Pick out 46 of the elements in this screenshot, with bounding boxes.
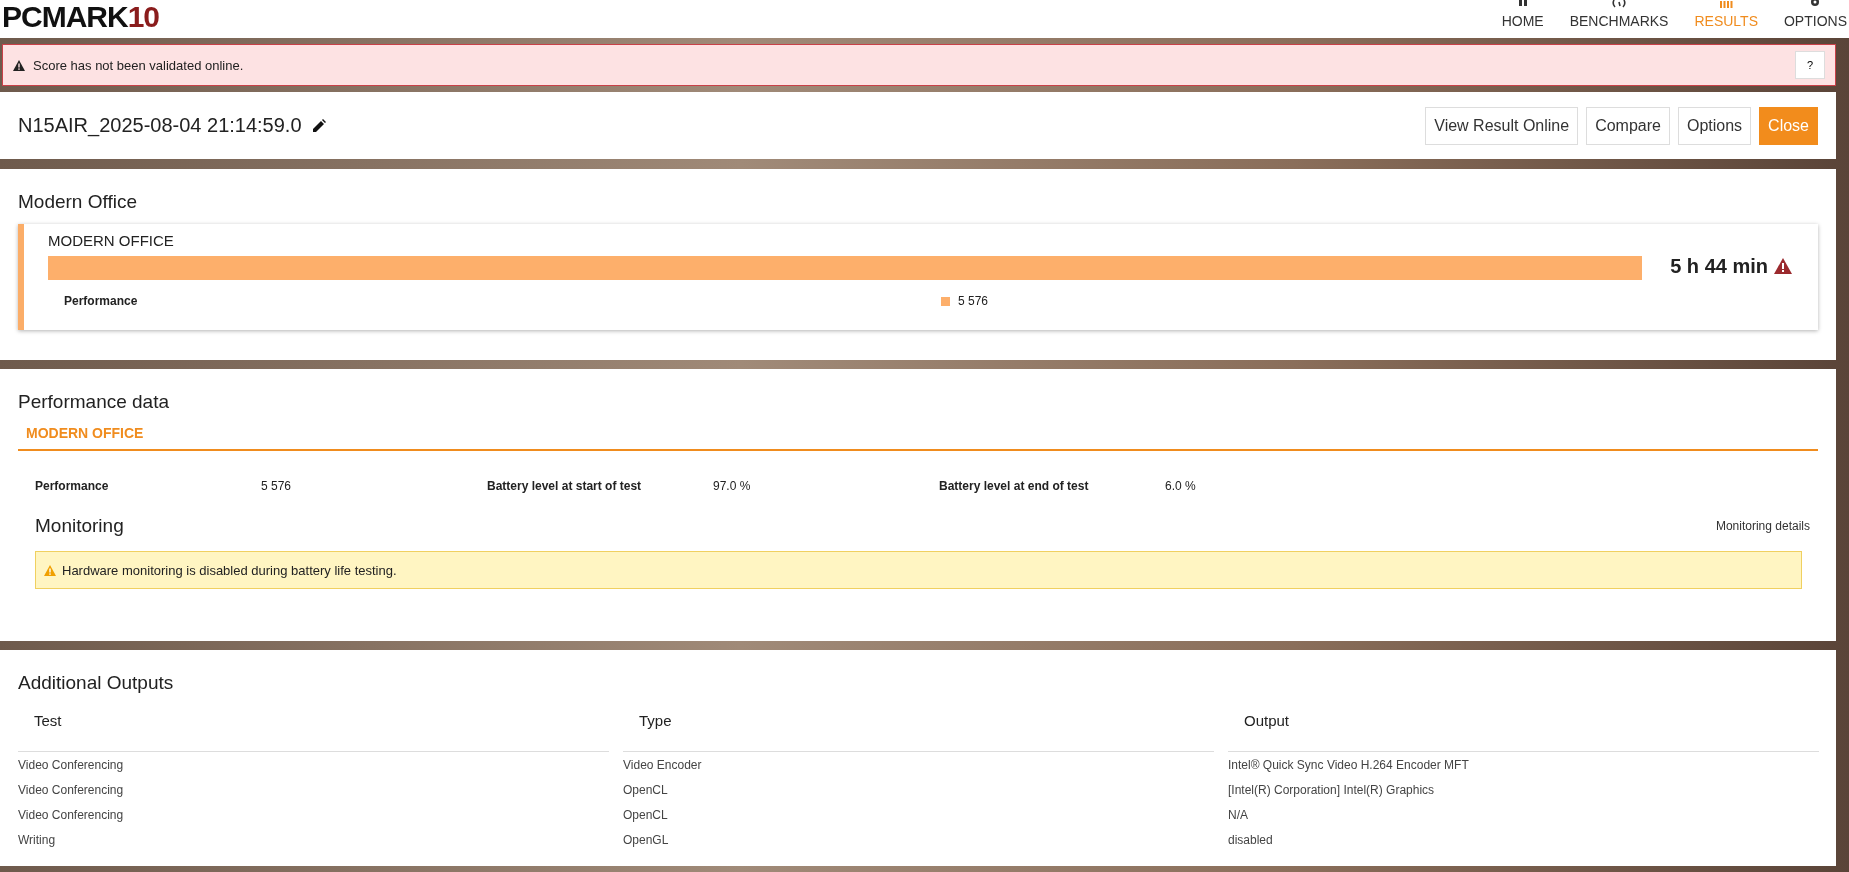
nav-tab[interactable]: BENCHMARKS [1569, 0, 1669, 29]
subsection-heading: Monitoring [35, 515, 124, 537]
metric-label: Performance [63, 294, 139, 308]
section-heading: Performance data [18, 391, 171, 413]
metric-value: 5 576 [261, 479, 292, 493]
metric-value: 5 576 [958, 294, 989, 308]
table-cell: Video Encoder [623, 758, 702, 772]
action-button[interactable]: Options [1677, 106, 1752, 145]
action-button[interactable]: Compare [1586, 106, 1670, 145]
table-cell: Video Conferencing [18, 808, 124, 822]
table-cell: Video Conferencing [18, 783, 124, 797]
metric-label: Performance [35, 479, 110, 493]
table-cell: [Intel(R) Corporation] Intel(R) Graphics [1228, 783, 1435, 797]
benchmark-name: MODERN OFFICE [48, 232, 175, 249]
metric-label: Battery level at start of test [487, 479, 643, 493]
warning-icon [13, 59, 25, 71]
notice-message: Hardware monitoring is disabled during battery life testing. [62, 562, 397, 578]
action-button[interactable]: View Result Online [1425, 106, 1579, 145]
help-button[interactable]: ? [1795, 51, 1825, 79]
table-cell: N/A [1228, 808, 1248, 822]
nav-tab[interactable]: OPTIONS [1784, 0, 1847, 29]
metric-value: 6.0 % [1165, 479, 1196, 493]
section-heading: Additional Outputs [18, 672, 175, 694]
logo: PCMARK10 [1, 0, 160, 34]
table-cell: OpenCL [623, 783, 668, 797]
metric-label: Battery level at end of test [939, 479, 1090, 493]
table-cell: OpenGL [623, 833, 669, 847]
table-cell: Writing [18, 833, 56, 847]
nav-tab[interactable]: HOME [1501, 0, 1544, 29]
section-heading: Modern Office [18, 191, 138, 213]
monitoring-details-link[interactable]: Monitoring details [1715, 519, 1810, 533]
column-header: Output [1244, 712, 1290, 729]
column-header: Type [639, 712, 672, 729]
edit-icon[interactable] [311, 118, 326, 133]
table-cell: Intel® Quick Sync Video H.264 Encoder MFT [1228, 758, 1469, 772]
result-title: N15AIR_2025-08-04 21:14:59.0 [18, 114, 302, 137]
table-cell: disabled [1228, 833, 1273, 847]
legend-square [941, 296, 950, 306]
metric-value: 97.0 % [713, 479, 751, 493]
table-cell: OpenCL [623, 808, 668, 822]
table-cell: Video Conferencing [18, 758, 124, 772]
warning-icon [44, 564, 56, 576]
alert-message: Score has not been validated online. [33, 57, 245, 73]
column-header: Test [34, 712, 62, 729]
score-value: 5 h 44 min [1670, 254, 1768, 278]
bar-chart-icon [1719, 0, 1734, 8]
